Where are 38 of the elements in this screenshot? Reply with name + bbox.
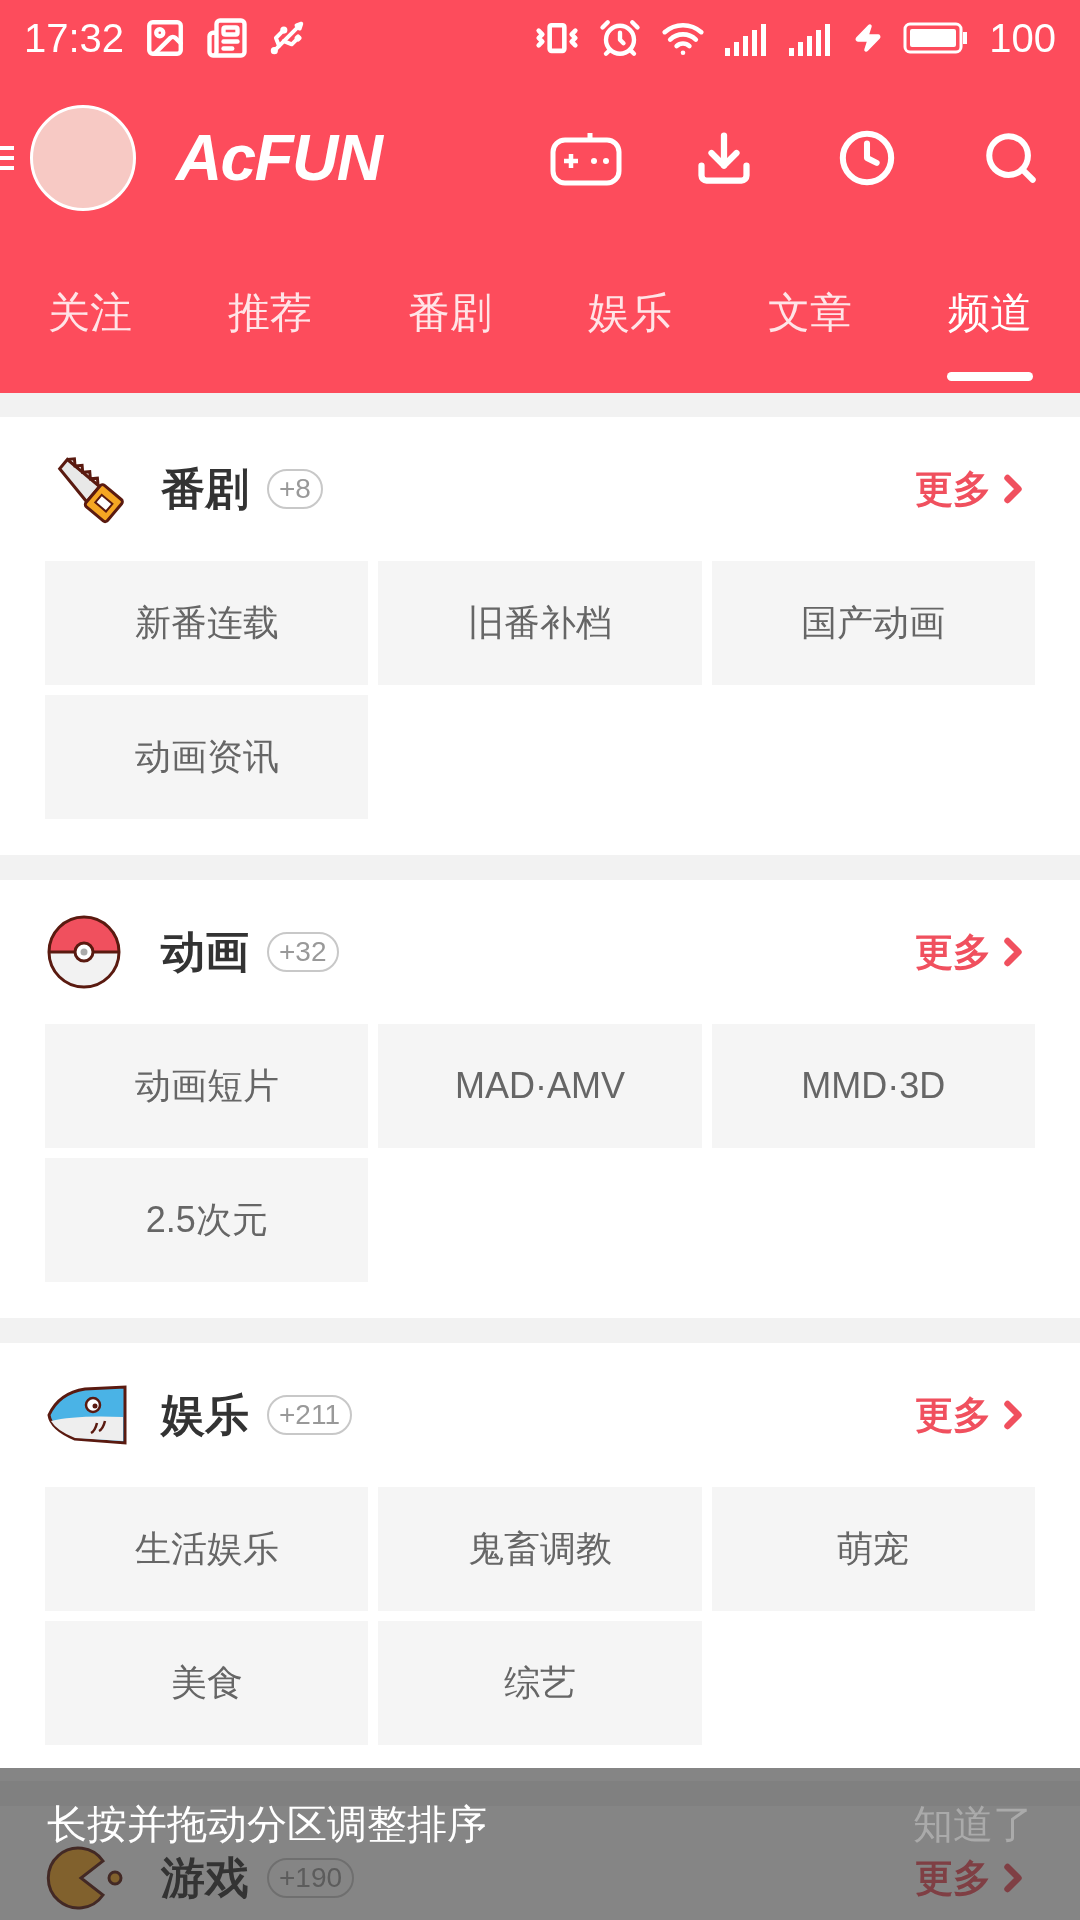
more-link[interactable]: 更多: [915, 923, 1035, 981]
subchannel-tile[interactable]: MMD·3D: [711, 1024, 1035, 1148]
section-count: +8: [267, 469, 323, 509]
section-count: +32: [267, 932, 339, 972]
battery-icon: [903, 20, 970, 55]
news-icon: [206, 16, 249, 59]
channel-tab[interactable]: 娱乐: [540, 240, 720, 393]
battery-level: 100: [989, 17, 1056, 58]
subchannel-tile[interactable]: 国产动画: [711, 561, 1035, 685]
section-count: +211: [267, 1395, 352, 1435]
channel-tab[interactable]: 推荐: [180, 240, 360, 393]
subchannel-tile[interactable]: 综艺: [378, 1621, 702, 1745]
channel-tab[interactable]: 番剧: [360, 240, 540, 393]
subchannel-tile[interactable]: 新番连载: [45, 561, 369, 685]
channel-tab[interactable]: 频道: [900, 240, 1080, 393]
more-link[interactable]: 更多: [915, 460, 1035, 518]
subchannel-tile[interactable]: 动画短片: [45, 1024, 369, 1148]
fish-icon: [45, 1383, 129, 1447]
channel-tab[interactable]: 关注: [0, 240, 180, 393]
subchannel-tile[interactable]: 萌宠: [711, 1487, 1035, 1611]
status-time: 17:32: [24, 17, 125, 58]
app-logo: AcFUN: [176, 125, 382, 190]
subchannel-tile[interactable]: 2.5次元: [45, 1158, 369, 1282]
more-link[interactable]: 更多: [915, 1386, 1035, 1444]
channel-tab[interactable]: 文章: [720, 240, 900, 393]
section-title: 动画: [161, 926, 249, 978]
ball-icon: [45, 913, 123, 991]
snackbar-message: 长按并拖动分区调整排序: [47, 1801, 487, 1848]
subchannel-tile[interactable]: MAD·AMV: [378, 1024, 702, 1148]
subchannel-tile[interactable]: 旧番补档: [378, 561, 702, 685]
subchannel-tile[interactable]: 动画资讯: [45, 695, 369, 819]
subchannel-tile[interactable]: 生活娱乐: [45, 1487, 369, 1611]
subchannel-tile[interactable]: 鬼畜调教: [378, 1487, 702, 1611]
section-title: 番剧: [161, 463, 249, 515]
section-title: 娱乐: [161, 1389, 249, 1441]
history-icon[interactable]: [838, 128, 896, 187]
section-title: 游戏: [161, 1852, 249, 1904]
subchannel-tile[interactable]: 美食: [45, 1621, 369, 1745]
